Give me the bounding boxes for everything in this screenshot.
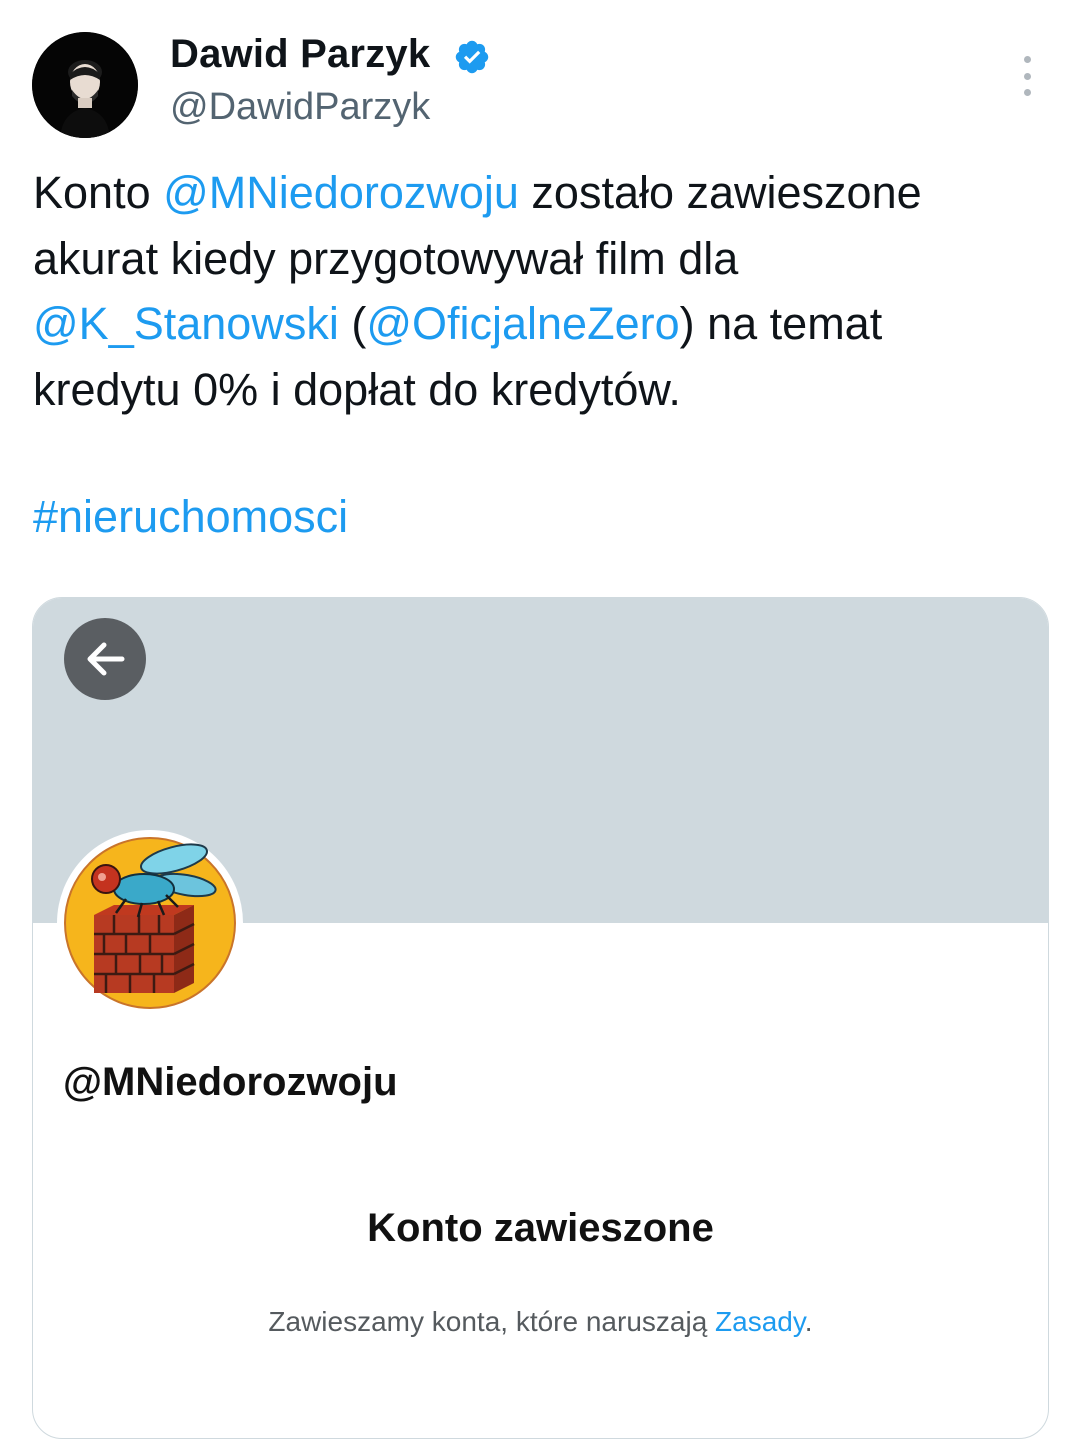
suspended-profile-picture	[57, 830, 243, 1016]
tweet-text: Konto @MNiedorozwoju zostało zawieszone …	[33, 160, 1063, 422]
suspended-title: Konto zawieszone	[367, 1206, 714, 1250]
tweet-line: akurat kiedy przygotowywał film dla	[33, 232, 739, 284]
verified-badge-icon	[455, 40, 489, 74]
tweet-line: @K_Stanowski (@OficjalneZero) na temat	[33, 298, 883, 349]
tweet-line: kredytu 0% i dopłat do kredytów.	[33, 363, 681, 415]
mention-link[interactable]: @K_Stanowski	[33, 298, 339, 349]
hashtag-link[interactable]: #nieruchomosci	[33, 484, 348, 549]
author-display-name[interactable]: Dawid Parzyk	[170, 32, 430, 77]
author-avatar[interactable]	[32, 32, 138, 138]
more-options-icon[interactable]	[1010, 56, 1044, 96]
suspended-account-handle: @MNiedorozwoju	[63, 1060, 398, 1104]
author-handle[interactable]: @DawidParzyk	[170, 86, 430, 129]
tweet-line: Konto @MNiedorozwoju zostało zawieszone	[33, 167, 922, 218]
mention-link[interactable]: @OficjalneZero	[366, 298, 679, 349]
back-arrow-icon	[87, 642, 125, 676]
mention-link[interactable]: @MNiedorozwoju	[163, 167, 519, 218]
attached-image[interactable]: @MNiedorozwoju Konto zawieszone Zawiesza…	[32, 597, 1049, 1439]
rules-link: Zasady	[715, 1306, 805, 1337]
back-button	[64, 618, 146, 700]
suspended-description: Zawieszamy konta, które naruszają Zasady…	[268, 1306, 813, 1337]
